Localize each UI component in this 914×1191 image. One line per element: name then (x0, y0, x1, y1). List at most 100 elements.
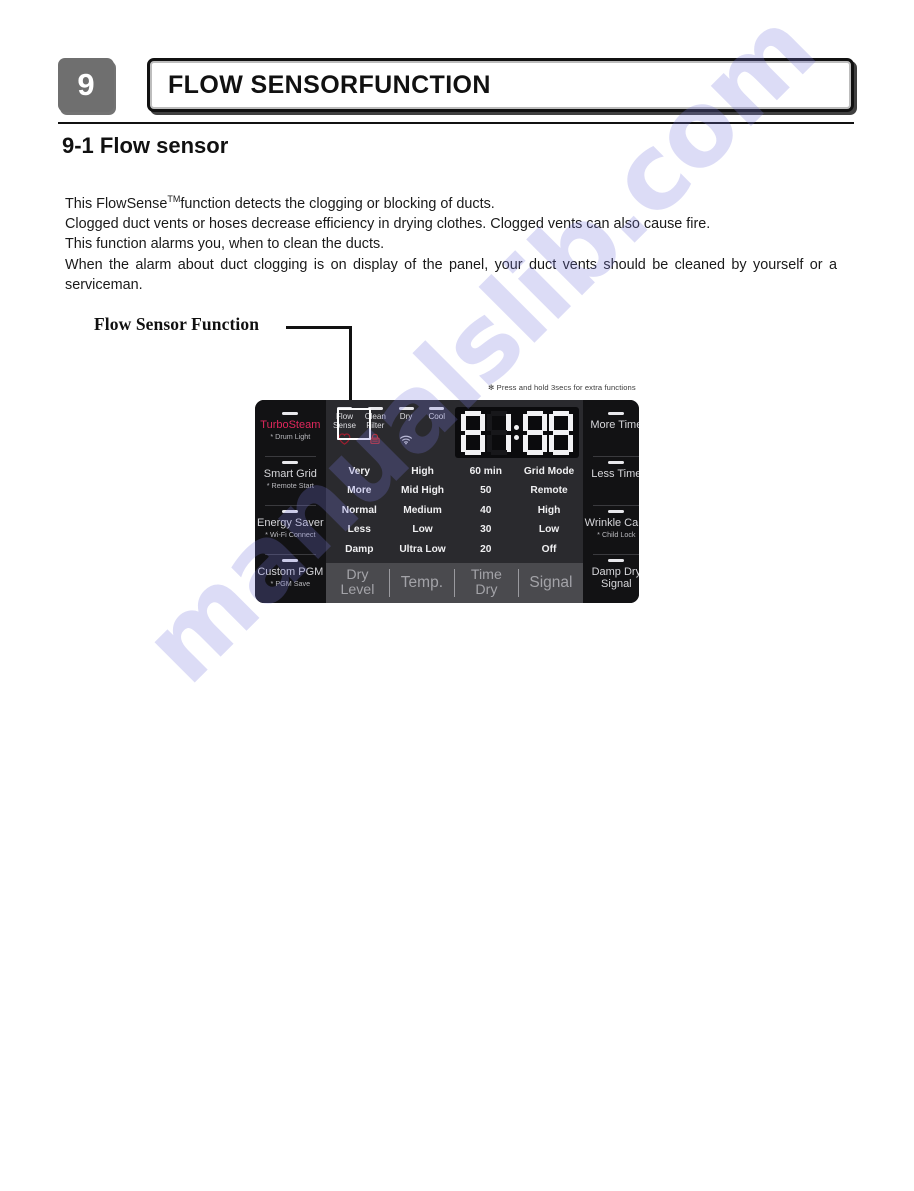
led-indicator-icon (282, 461, 299, 464)
footer-label-signal[interactable]: Signal (519, 575, 583, 591)
button-turbosteam-sublabel: * Drum Light (270, 432, 311, 441)
button-damp-dry-signal-label: Damp Dry (591, 566, 639, 578)
button-flow-sense-label: Flow Sense (333, 412, 356, 430)
led-indicator-icon (429, 407, 445, 410)
led-indicator-icon (398, 407, 414, 410)
status-button-group: Flow Sense Clean Filter Dry Cool (330, 407, 452, 458)
lock-icon (360, 432, 390, 446)
button-energy-saver[interactable]: Energy Saver * Wi-Fi Connect (257, 505, 324, 554)
footer-label-signal-line1: Signal (529, 574, 573, 592)
control-panel-right-column: More Time Less Time Wrinkle Care * Child… (582, 400, 639, 603)
option-item[interactable]: 40 (480, 501, 491, 520)
button-damp-dry-signal-label2: Signal (601, 578, 632, 590)
button-smart-grid[interactable]: Smart Grid * Remote Start (257, 456, 324, 505)
button-cool[interactable]: Cool (422, 407, 452, 430)
option-item[interactable]: High (411, 462, 434, 481)
lcd-digit-2 (486, 410, 511, 455)
footer-label-dry-level[interactable]: Dry Level (326, 568, 390, 597)
option-item[interactable]: Ultra Low (399, 540, 445, 559)
button-clean-filter[interactable]: Clean Filter (360, 407, 390, 430)
chapter-number-badge: 9 (58, 58, 114, 112)
option-item[interactable]: Normal (342, 501, 377, 520)
option-item[interactable]: 20 (480, 540, 491, 559)
button-damp-dry-signal[interactable]: Damp Dry Signal (585, 554, 639, 603)
document-page: 9 FLOW SENSORFUNCTION 9-1 Flow sensor Th… (0, 0, 914, 1191)
wifi-icon (391, 432, 421, 446)
body-line-3: This function alarms you, when to clean … (65, 236, 385, 253)
option-item[interactable]: Mid High (401, 481, 444, 500)
button-flow-sense[interactable]: Flow Sense (330, 407, 360, 430)
button-wrinkle-care-label: Wrinkle Care (584, 517, 639, 529)
option-item[interactable]: Low (539, 520, 559, 539)
chapter-title-box: FLOW SENSORFUNCTION (147, 58, 854, 112)
button-clean-filter-label: Clean Filter (364, 412, 386, 430)
button-less-time[interactable]: Less Time (585, 456, 639, 505)
led-indicator-icon (608, 559, 625, 562)
footer-label-time-dry[interactable]: Time Dry (455, 568, 519, 597)
led-indicator-icon (282, 510, 299, 513)
option-item[interactable]: Remote (530, 481, 567, 500)
led-indicator-icon (282, 559, 299, 562)
option-item[interactable]: 50 (480, 481, 491, 500)
lcd-colon (513, 411, 521, 455)
option-column-signal: Grid Mode Remote High Low Off (517, 460, 580, 563)
option-column-dry-level: Very More Normal Less Damp (328, 460, 391, 563)
button-turbosteam-label: TurboSteam (260, 419, 321, 431)
callout-leader-horizontal (286, 326, 352, 329)
control-panel-note: ✻ Press and hold 3secs for extra functio… (488, 383, 636, 392)
option-item[interactable]: Less (348, 520, 371, 539)
option-item[interactable]: More (347, 481, 371, 500)
footer-label-time-dry-line1: Time (470, 567, 502, 584)
option-item[interactable]: 60 min (470, 462, 502, 481)
chapter-number: 9 (77, 67, 95, 102)
option-item[interactable]: Grid Mode (524, 462, 574, 481)
button-dry[interactable]: Dry (391, 407, 421, 430)
body-line-1-b: function detects the clogging or blockin… (180, 195, 495, 212)
option-item[interactable]: Low (412, 520, 432, 539)
button-wrinkle-care[interactable]: Wrinkle Care * Child Lock (585, 505, 639, 554)
button-energy-saver-label: Energy Saver (257, 517, 324, 529)
option-item[interactable]: Damp (345, 540, 373, 559)
button-cool-label: Cool (428, 412, 446, 421)
footer-label-time-dry-line2: Dry (475, 582, 498, 598)
control-panel-left-column: TurboSteam * Drum Light Smart Grid * Rem… (255, 400, 326, 603)
body-line-4: When the alarm about duct clogging is on… (65, 256, 837, 293)
chapter-header: 9 FLOW SENSORFUNCTION (58, 58, 854, 116)
status-icon-empty (422, 432, 452, 446)
option-item[interactable]: Medium (403, 501, 442, 520)
led-indicator-icon (282, 412, 299, 415)
footer-label-dry-level-line2: Level (340, 582, 375, 598)
option-item[interactable]: Off (542, 540, 557, 559)
led-indicator-icon (608, 412, 625, 415)
footer-label-dry-level-line1: Dry (346, 567, 369, 584)
option-item[interactable]: 30 (480, 520, 491, 539)
button-wrinkle-care-sublabel: * Child Lock (597, 530, 636, 539)
button-custom-pgm[interactable]: Custom PGM * PGM Save (257, 554, 324, 603)
button-custom-pgm-label: Custom PGM (257, 566, 324, 578)
option-item[interactable]: Very (349, 462, 371, 481)
button-less-time-label: Less Time (591, 468, 639, 480)
option-item[interactable]: High (538, 501, 561, 520)
footer-label-temp-line1: Temp. (400, 574, 444, 592)
status-button-row: Flow Sense Clean Filter Dry Cool (330, 407, 452, 430)
control-panel-footer: Dry Level Temp. Time Dry Signal (325, 563, 583, 603)
button-energy-saver-sublabel: * Wi-Fi Connect (265, 530, 316, 539)
control-panel-status-area: Flow Sense Clean Filter Dry Cool (326, 400, 583, 458)
status-indicator-icon-row (330, 432, 452, 446)
lcd-display (454, 407, 579, 458)
button-smart-grid-sublabel: * Remote Start (266, 481, 314, 490)
option-column-temp: High Mid High Medium Low Ultra Low (391, 460, 454, 563)
led-indicator-icon (608, 510, 625, 513)
lcd-digit-3 (522, 410, 547, 455)
button-more-time[interactable]: More Time (585, 407, 639, 456)
body-copy: This FlowSenseTMfunction detects the clo… (65, 189, 837, 295)
led-indicator-icon (367, 407, 383, 410)
lcd-digit-4 (548, 410, 573, 455)
footer-label-temp[interactable]: Temp. (390, 575, 454, 591)
body-line-1-a: This FlowSense (65, 195, 168, 212)
button-turbosteam[interactable]: TurboSteam * Drum Light (257, 407, 324, 456)
header-divider (58, 122, 854, 124)
body-line-2: Clogged duct vents or hoses decrease eff… (65, 216, 711, 233)
callout-label: Flow Sensor Function (94, 314, 260, 334)
control-panel-options: Very More Normal Less Damp High Mid High… (326, 458, 583, 563)
